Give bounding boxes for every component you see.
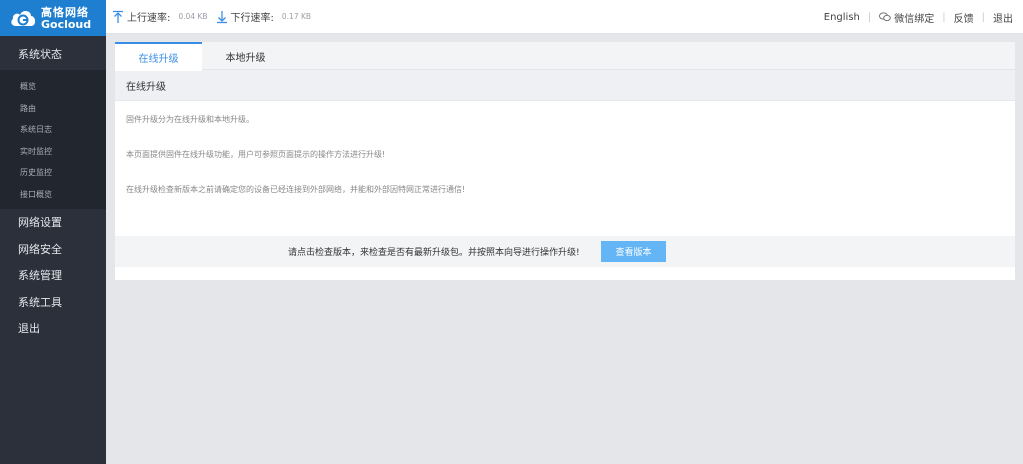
sidebar-item-network-settings[interactable]: 网络设置 (0, 209, 106, 236)
top-bar: 上行速率: 0.04 KB 下行速率: 0.17 KB English | 微信… (106, 0, 1023, 34)
tab-online-upgrade[interactable]: 在线升级 (115, 42, 202, 71)
tab-local-upgrade[interactable]: 本地升级 (202, 42, 289, 70)
sidebar-subitem-overview[interactable]: 概览 (0, 76, 106, 98)
upgrade-footer: 请点击检查版本，来检查是否有最新升级包。并按照本向导进行操作升级! 查看版本 (115, 236, 1015, 267)
sidebar-subitem-system-log[interactable]: 系统日志 (0, 119, 106, 141)
upload-rate: 上行速率: 0.04 KB (112, 9, 208, 24)
wechat-bind-link[interactable]: 微信绑定 (879, 10, 934, 25)
divider: | (867, 11, 872, 23)
download-rate-label: 下行速率: (230, 13, 274, 24)
check-version-hint: 请点击检查版本，来检查是否有最新升级包。并按照本向导进行操作升级! (288, 248, 580, 258)
sidebar-subitem-interface-overview[interactable]: 接口概览 (0, 184, 106, 206)
sidebar-item-system-management[interactable]: 系统管理 (0, 262, 106, 289)
download-rate-value: 0.17 KB (281, 12, 312, 21)
check-version-button[interactable]: 查看版本 (601, 241, 666, 262)
brand-logo[interactable]: 高恪网络 Gocloud (0, 0, 106, 36)
wechat-icon (879, 12, 891, 22)
logout-link[interactable]: 退出 (993, 10, 1013, 25)
sidebar-item-logout[interactable]: 退出 (0, 315, 106, 342)
section-title: 在线升级 (115, 70, 1015, 101)
sidebar-item-label: 系统状态 (18, 47, 62, 61)
description-line-3: 在线升级检查新版本之前请确定您的设备已经连接到外部网络，并能和外部因特网正常进行… (126, 185, 466, 194)
sidebar-item-system-status[interactable]: 系统状态 (0, 37, 106, 70)
sidebar-submenu-status: 概览 路由 系统日志 实时监控 历史监控 接口概览 (0, 70, 106, 209)
download-rate: 下行速率: 0.17 KB (216, 9, 312, 24)
sidebar-subitem-realtime-monitor[interactable]: 实时监控 (0, 141, 106, 163)
sidebar: 高恪网络 Gocloud 系统状态 概览 路由 系统日志 实时监控 历史监控 接… (0, 0, 106, 464)
description-line-2: 本页面提供固件在线升级功能，用户可参照页面提示的操作方法进行升级! (126, 150, 386, 159)
divider: | (942, 11, 946, 23)
sidebar-subitem-history-monitor[interactable]: 历史监控 (0, 162, 106, 184)
upgrade-panel: 在线升级 本地升级 在线升级 固件升级分为在线升级和本地升级。 本页面提供固件在… (115, 42, 1015, 280)
sidebar-subitem-route[interactable]: 路由 (0, 98, 106, 120)
feedback-link[interactable]: 反馈 (954, 10, 974, 25)
description-line-1: 固件升级分为在线升级和本地升级。 (126, 115, 254, 124)
gocloud-logo-icon (11, 10, 36, 26)
brand-name-en: Gocloud (41, 17, 92, 31)
upload-rate-value: 0.04 KB (178, 12, 208, 21)
divider: | (981, 11, 985, 23)
tab-bar: 在线升级 本地升级 (115, 42, 1015, 71)
brand-name-cn: 高恪网络 (41, 5, 89, 19)
upload-rate-label: 上行速率: (127, 13, 171, 24)
sidebar-item-network-security[interactable]: 网络安全 (0, 236, 106, 263)
upgrade-description: 固件升级分为在线升级和本地升级。 本页面提供固件在线升级功能，用户可参照页面提示… (115, 114, 1015, 196)
english-link[interactable]: English (824, 12, 860, 23)
wechat-bind-label: 微信绑定 (894, 13, 935, 25)
arrow-down-icon (216, 10, 227, 23)
arrow-up-icon (113, 10, 123, 23)
sidebar-item-system-tools[interactable]: 系统工具 (0, 289, 106, 316)
top-right-links: English | 微信绑定 | 反馈 | 退出 (824, 0, 1013, 34)
